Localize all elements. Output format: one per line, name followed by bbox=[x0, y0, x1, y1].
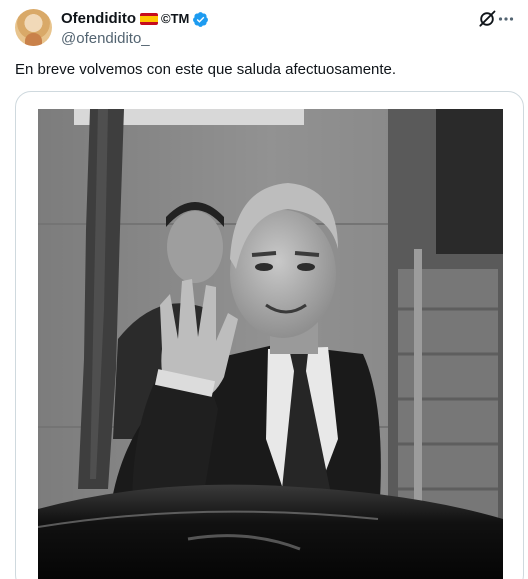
verified-badge-icon bbox=[193, 11, 209, 27]
media-card[interactable] bbox=[15, 91, 524, 579]
grok-icon[interactable] bbox=[477, 9, 497, 29]
tweet-photo[interactable] bbox=[38, 109, 503, 579]
tweet-header: Ofendidito ©TM @ofendidito_ bbox=[15, 9, 514, 47]
author-handle[interactable]: @ofendidito_ bbox=[61, 29, 209, 49]
name-row: Ofendidito ©TM bbox=[61, 10, 209, 28]
tweet-text: En breve volvemos con este que saluda af… bbox=[15, 61, 397, 78]
more-options-icon[interactable] bbox=[498, 9, 514, 29]
spain-flag-icon bbox=[140, 13, 158, 25]
author-names: Ofendidito ©TM @ofendidito_ bbox=[61, 10, 209, 49]
display-name[interactable]: Ofendidito bbox=[61, 10, 136, 28]
avatar[interactable] bbox=[15, 9, 52, 46]
name-suffix: ©TM bbox=[161, 11, 190, 26]
